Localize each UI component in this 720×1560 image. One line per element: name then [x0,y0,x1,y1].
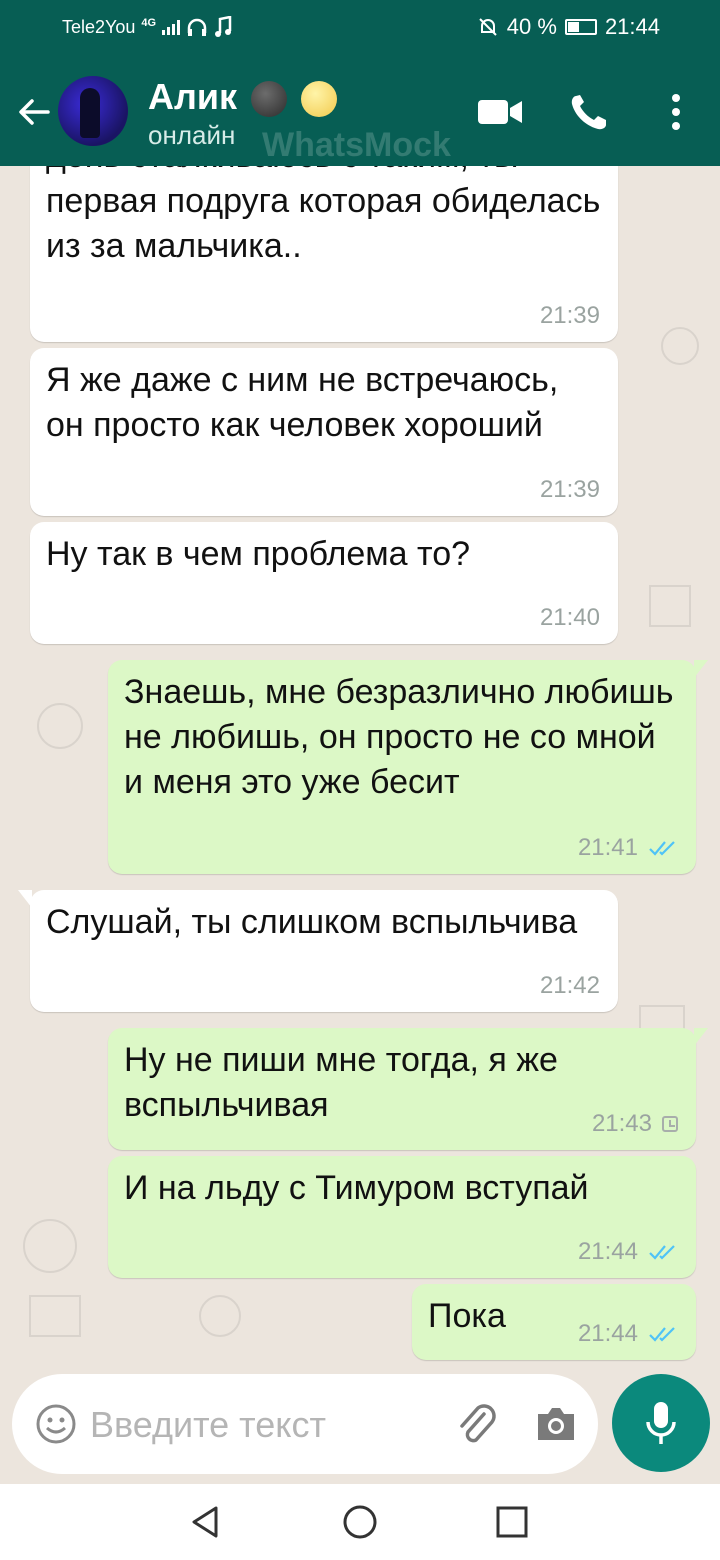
bubble-tail [18,890,32,908]
avatar[interactable] [58,76,128,146]
message-time: 21:39 [539,476,600,503]
message-text: Я же даже с ним не встречаюсь, он просто… [46,361,559,444]
nav-back-icon[interactable] [188,1504,224,1540]
read-ticks-icon [649,1245,675,1260]
message-time: 21:44 [577,1238,638,1265]
headphones-icon [187,18,207,36]
message-text: Знаешь, мне безразлично любишь не любишь… [124,673,674,801]
mute-bell-icon [479,18,497,36]
message-incoming[interactable]: Ну так в чем проблема то? 21:40 [30,522,618,644]
message-text: Слушай, ты слишком вспыльчива [46,903,578,941]
contact-name: Алик [148,76,238,117]
message-meta: 21:44 [578,1322,678,1346]
bubble-tail [694,660,708,678]
message-time: 21:42 [539,972,600,999]
back-arrow-icon[interactable] [14,92,54,132]
emoji-icon[interactable] [34,1402,78,1446]
message-text: И на льду с Тимуром вступай [124,1169,589,1207]
bubble-tail [694,1028,708,1046]
read-ticks-icon [649,841,675,856]
nav-home-icon[interactable] [342,1504,378,1540]
video-call-icon[interactable] [476,92,524,132]
signal-icon [162,19,181,35]
pending-clock-icon [662,1116,678,1132]
full-moon-face-emoji [301,81,338,118]
chat-header: Алик онлайн WhatsMock [0,56,720,166]
message-text: Ну так в чем проблема то? [46,535,471,573]
battery-icon [564,19,597,35]
phone-icon[interactable] [566,92,614,132]
chat-area[interactable]: день сталкиваюсь с таким, ты первая подр… [0,166,720,1372]
status-time: 21:44 [604,14,660,39]
battery-percent: 40 % [506,14,557,39]
message-incoming[interactable]: день сталкиваюсь с таким, ты первая подр… [30,166,618,342]
status-left: Tele2You 4G [62,16,232,38]
mic-icon [646,1402,676,1444]
attach-icon[interactable] [454,1402,498,1448]
contact-name-row[interactable]: Алик [148,76,338,118]
more-options-icon[interactable] [654,92,698,132]
camera-icon[interactable] [534,1402,578,1446]
mic-button[interactable] [612,1374,710,1472]
message-meta: 21:43 [592,1112,678,1136]
message-composer[interactable]: Введите текст [12,1374,598,1474]
message-incoming[interactable]: Я же даже с ним не встречаюсь, он просто… [30,348,618,516]
message-outgoing[interactable]: Ну не пиши мне тогда, я же вспыльчивая 2… [108,1028,708,1150]
message-outgoing[interactable]: Знаешь, мне безразлично любишь не любишь… [108,660,708,874]
message-meta: 21:41 [578,836,678,860]
read-ticks-icon [649,1327,675,1342]
message-input[interactable]: Введите текст [90,1404,326,1446]
message-time: 21:40 [539,604,600,631]
status-right: 40 % 21:44 [477,14,660,40]
message-time: 21:44 [577,1320,638,1347]
message-time: 21:43 [591,1110,652,1137]
carrier-label: Tele2You [62,16,136,37]
message-time: 21:39 [539,302,600,329]
message-time: 21:41 [577,834,638,861]
watermark: WhatsMock [262,126,451,164]
new-moon-emoji [251,81,288,118]
presence-status: онлайн [148,120,236,150]
message-incoming[interactable]: Слушай, ты слишком вспыльчива 21:42 [18,890,618,1012]
message-meta: 21:44 [578,1240,678,1264]
nav-recents-icon[interactable] [494,1504,530,1540]
music-note-icon [215,16,232,37]
message-text: день сталкиваюсь с таким, ты первая подр… [46,166,601,265]
status-bar: Tele2You 4G 40 % 21:44 [0,0,720,56]
message-outgoing[interactable]: Пока 21:44 [412,1284,696,1360]
network-type: 4G [141,17,157,29]
system-nav-bar [0,1484,720,1560]
message-outgoing[interactable]: И на льду с Тимуром вступай 21:44 [108,1156,696,1278]
